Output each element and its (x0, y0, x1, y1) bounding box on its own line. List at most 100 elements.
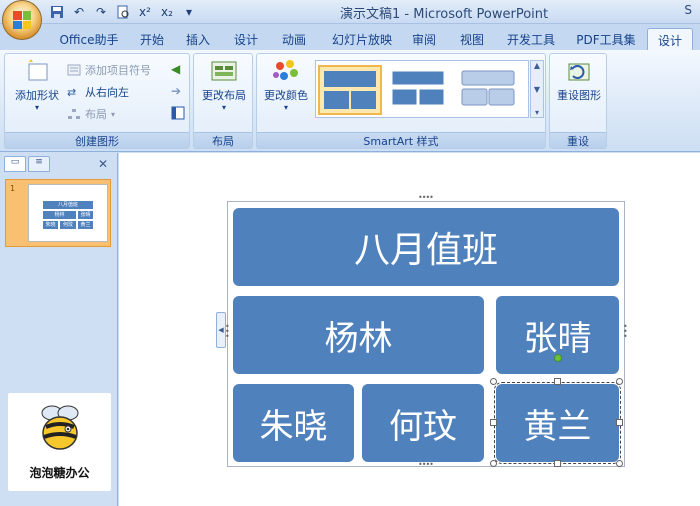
smartart-shape-row2-1[interactable]: 杨林 (233, 296, 484, 374)
resize-handle-l[interactable] (490, 419, 497, 426)
group-label-layouts: 布局 (194, 132, 252, 148)
close-pane-icon[interactable]: ✕ (98, 157, 108, 171)
office-button[interactable] (2, 0, 42, 40)
thumb-title-box: 八月值班 (43, 201, 93, 209)
tab-slideshow[interactable]: 幻灯片放映 (322, 28, 402, 50)
smartart-shape-row3-3-selected[interactable]: 黄兰 (494, 382, 621, 464)
scroll-up-icon[interactable]: ▲ (534, 61, 540, 70)
ribbon: 添加形状 ▾ 添加项目符号 ⇄ 从右向左 布局 ▾ ◀ ➔ 创建图形 更改布局 … (0, 50, 700, 152)
style-option-2[interactable] (388, 65, 452, 115)
slide-thumbnail-selected[interactable]: 1 八月值班 杨林 张晴 朱晓 何玟 黄兰 (5, 179, 111, 247)
reset-graphic-button[interactable]: 重设图形 (552, 58, 606, 103)
slides-tab[interactable]: ▭ (4, 156, 26, 172)
tab-office-assistant[interactable]: Office助手 (52, 28, 126, 50)
slide-canvas: ◀ •••• •••• • • • • • • 八月值班 杨林 张晴 朱晓 何玟 黄兰 (119, 153, 700, 506)
group-layouts: 更改布局 ▾ 布局 (193, 53, 253, 149)
add-shape-button[interactable]: 添加形状 ▾ (9, 58, 65, 112)
rotation-handle[interactable] (554, 354, 562, 362)
bullet-list-icon (67, 64, 81, 76)
tab-pdf-tools[interactable]: PDF工具集 (570, 28, 642, 50)
ribbon-tabs: Office助手 开始 插入 设计 动画 幻灯片放映 审阅 视图 开发工具 PD… (0, 24, 700, 50)
promote-button[interactable]: ◀ (171, 62, 180, 76)
superscript-icon[interactable]: x² (136, 3, 154, 21)
add-shape-label: 添加形状 (15, 89, 59, 102)
resize-handle-br[interactable] (616, 460, 623, 467)
resize-handle-b[interactable] (554, 460, 561, 467)
quick-access-toolbar: ↶ ↷ x² x₂ ▾ (48, 3, 198, 21)
change-colors-label: 更改颜色 (264, 89, 308, 102)
tab-animations[interactable]: 动画 (274, 28, 314, 50)
slide-thumbnail-preview: 八月值班 杨林 张晴 朱晓 何玟 黄兰 (28, 184, 108, 242)
outline-tab[interactable]: ≡ (28, 156, 50, 172)
change-layout-label: 更改布局 (202, 89, 246, 102)
tab-smartart-design[interactable]: 设计 (647, 28, 693, 50)
swap-arrows-icon: ⇄ (67, 86, 77, 99)
group-label-create-graphic: 创建图形 (5, 132, 189, 148)
thumb-box-1: 杨林 (43, 211, 76, 219)
scroll-down-icon[interactable]: ▼ (534, 85, 540, 94)
smartart-shape-row2-2[interactable]: 张晴 (496, 296, 619, 374)
right-to-left-label: 从右向左 (85, 86, 129, 99)
resize-handle-tl[interactable] (490, 378, 497, 385)
frame-handle-left[interactable]: • • • (225, 323, 230, 341)
add-shape-icon (23, 58, 51, 84)
undo-icon[interactable]: ↶ (70, 3, 88, 21)
layout-dropdown[interactable]: 布局 ▾ (67, 106, 115, 122)
resize-handle-r[interactable] (616, 419, 623, 426)
gallery-scroll[interactable]: ▲ ▼ ▾ (530, 60, 544, 118)
add-bullet-button[interactable]: 添加项目符号 (67, 62, 151, 78)
tab-home[interactable]: 开始 (132, 28, 172, 50)
thumb-box-4: 何玟 (60, 221, 76, 229)
subscript-icon[interactable]: x₂ (158, 3, 176, 21)
change-layout-button[interactable]: 更改布局 ▾ (196, 58, 252, 112)
window-title-right: S (684, 3, 692, 17)
thumb-box-5: 黄兰 (78, 221, 93, 229)
smartart-title-shape[interactable]: 八月值班 (233, 208, 619, 286)
arrow-left-icon: ◀ (171, 62, 181, 76)
window-title: 演示文稿1 - Microsoft PowerPoint (340, 7, 549, 22)
smartart-shape-row3-1[interactable]: 朱晓 (233, 384, 354, 462)
tab-developer[interactable]: 开发工具 (498, 28, 564, 50)
group-reset: 重设图形 重设 (549, 53, 607, 149)
tab-insert[interactable]: 插入 (178, 28, 218, 50)
change-colors-button[interactable]: 更改颜色 ▾ (259, 58, 313, 112)
right-to-left-button[interactable]: ⇄ 从右向左 (67, 84, 129, 100)
change-layout-icon (210, 58, 238, 84)
smartart-frame[interactable]: ◀ •••• •••• • • • • • • 八月值班 杨林 张晴 朱晓 何玟 黄兰 (216, 193, 628, 469)
title-bar: ↶ ↷ x² x₂ ▾ 演示文稿1 - Microsoft PowerPoint… (0, 0, 700, 40)
tab-design[interactable]: 设计 (226, 28, 266, 50)
thumb-box-2: 张晴 (78, 211, 93, 219)
group-create-graphic: 添加形状 ▾ 添加项目符号 ⇄ 从右向左 布局 ▾ ◀ ➔ 创建图形 (4, 53, 190, 149)
style-option-1[interactable] (318, 65, 382, 115)
office-logo-icon (13, 11, 31, 29)
customize-icon[interactable]: ▾ (180, 3, 198, 21)
frame-handle-right[interactable]: • • • (623, 323, 628, 341)
org-chart-icon (67, 108, 81, 120)
reset-graphic-label: 重设图形 (557, 89, 601, 102)
resize-handle-bl[interactable] (490, 460, 497, 467)
redo-icon[interactable]: ↷ (92, 3, 110, 21)
group-label-reset: 重设 (550, 132, 606, 148)
bee-icon (41, 405, 79, 450)
smartart-style-gallery (315, 60, 529, 118)
slides-panel: ▭ ≡ ✕ 1 八月值班 杨林 张晴 朱晓 何玟 黄兰 泡泡糖办公 (0, 153, 118, 506)
demote-button[interactable]: ➔ (171, 84, 181, 98)
group-label-smartart-styles: SmartArt 样式 (257, 132, 545, 148)
resize-handle-t[interactable] (554, 378, 561, 385)
print-preview-icon[interactable] (114, 3, 132, 21)
add-bullet-label: 添加项目符号 (85, 64, 151, 77)
resize-handle-tr[interactable] (616, 378, 623, 385)
gallery-more-icon[interactable]: ▾ (535, 108, 539, 117)
text-pane-icon (171, 106, 185, 123)
frame-handle-top[interactable]: •••• (418, 193, 434, 202)
tab-view[interactable]: 视图 (452, 28, 492, 50)
thumb-box-3: 朱晓 (43, 221, 58, 229)
smartart-shape-row3-2[interactable]: 何玟 (362, 384, 484, 462)
reset-graphic-icon (565, 58, 593, 84)
tab-review[interactable]: 审阅 (404, 28, 444, 50)
layout-label: 布局 (85, 108, 107, 121)
arrow-right-icon: ➔ (171, 84, 182, 98)
text-pane-button[interactable] (171, 106, 185, 123)
save-icon[interactable] (48, 3, 66, 21)
style-option-3[interactable] (458, 65, 522, 115)
